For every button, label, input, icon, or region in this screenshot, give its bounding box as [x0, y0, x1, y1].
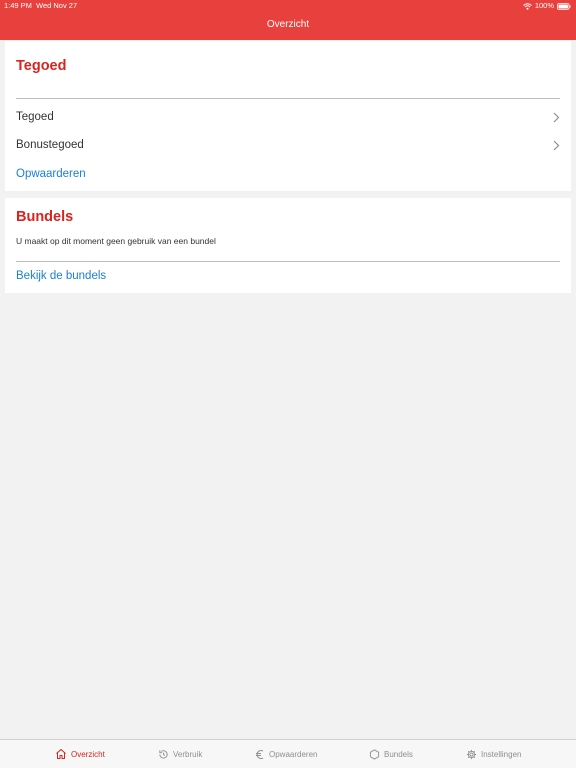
bundels-title: Bundels — [16, 209, 74, 225]
status-right: 100% — [522, 0, 571, 12]
tab-verbruik[interactable]: Verbruik — [158, 740, 202, 768]
status-date: Wed Nov 27 — [36, 1, 78, 10]
chevron-right-icon — [553, 140, 560, 151]
tegoed-row[interactable]: Tegoed — [16, 105, 560, 129]
tegoed-row-label: Tegoed — [16, 111, 54, 123]
gear-icon — [466, 749, 477, 760]
history-icon — [158, 749, 169, 760]
page-title: Overzicht — [266, 19, 310, 30]
bundels-info-text: U maakt op dit moment geen gebruik van e… — [16, 236, 216, 246]
home-icon — [55, 748, 67, 760]
tab-overzicht-label: Overzicht — [71, 749, 105, 759]
tab-bundels-label: Bundels — [384, 749, 413, 759]
navigation-bar: 1:49 PM Wed Nov 27 100% Overzicht — [0, 0, 576, 40]
hexagon-icon — [369, 748, 380, 760]
tab-bar: Overzicht Verbruik Opwaarderen Bundels I… — [0, 739, 576, 768]
wifi-icon — [522, 2, 532, 10]
chevron-right-icon — [553, 112, 560, 123]
tab-verbruik-label: Verbruik — [173, 749, 203, 759]
bonustegoed-row-label: Bonustegoed — [16, 139, 84, 151]
euro-icon — [255, 749, 265, 760]
tegoed-card: Tegoed Tegoed Bonustegoed Opwaarderen — [5, 41, 571, 191]
tab-overzicht[interactable]: Overzicht — [55, 740, 105, 768]
tab-instellingen-label: Instellingen — [481, 749, 522, 759]
bekijk-bundels-link[interactable]: Bekijk de bundels — [16, 270, 106, 282]
bundels-card: Bundels U maakt op dit moment geen gebru… — [5, 198, 571, 293]
divider — [16, 98, 560, 99]
opwaarderen-link[interactable]: Opwaarderen — [16, 168, 86, 180]
tab-bundels[interactable]: Bundels — [369, 740, 413, 768]
status-bar: 1:49 PM Wed Nov 27 100% — [0, 0, 576, 12]
tegoed-title: Tegoed — [16, 58, 67, 74]
battery-percentage: 100% — [534, 1, 554, 10]
bonustegoed-row[interactable]: Bonustegoed — [16, 133, 560, 157]
battery-icon — [557, 2, 571, 10]
divider — [16, 261, 560, 262]
status-time: 1:49 PM — [4, 1, 32, 10]
tab-opwaarderen[interactable]: Opwaarderen — [255, 740, 317, 768]
tab-instellingen[interactable]: Instellingen — [466, 740, 521, 768]
tab-opwaarderen-label: Opwaarderen — [269, 749, 318, 759]
